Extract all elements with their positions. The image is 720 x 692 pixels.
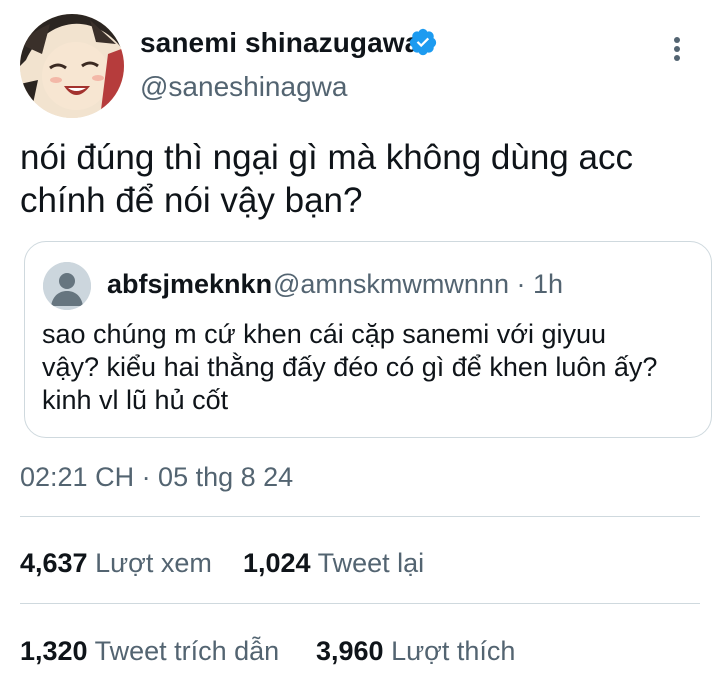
- retweets-label: Tweet lại: [317, 548, 425, 578]
- more-options-icon[interactable]: [662, 34, 692, 64]
- tweet-text-line: nói đúng thì ngại gì mà không dùng acc: [20, 138, 633, 177]
- likes-count: 3,960: [316, 636, 384, 666]
- views-count: 4,637: [20, 548, 88, 578]
- tweet-text-line: chính để nói vậy bạn?: [20, 181, 363, 220]
- divider: [20, 516, 700, 517]
- quote-tweets-count: 1,320: [20, 636, 88, 666]
- quoted-author-name: abfsjmeknkn: [107, 269, 273, 299]
- retweets-stat[interactable]: 1,024 Tweet lại: [243, 548, 424, 579]
- author-display-name[interactable]: sanemi shinazugawa: [140, 27, 420, 59]
- verified-badge-icon: [408, 27, 438, 57]
- quoted-tweet-card[interactable]: abfsjmeknkn @amnskmwmwnnn · 1h sao chúng…: [24, 241, 712, 438]
- tweet-timestamp[interactable]: 02:21 CH · 05 thg 8 24: [20, 462, 293, 493]
- tweet-text: nói đúng thì ngại gì mà không dùng acc c…: [20, 136, 633, 222]
- quoted-text-line: vậy? kiểu hai thằng đấy đéo có gì để khe…: [42, 352, 658, 382]
- quoted-author-meta: @amnskmwmwnnn · 1h: [273, 269, 563, 299]
- quote-tweets-stat[interactable]: 1,320 Tweet trích dẫn: [20, 636, 279, 667]
- retweets-count: 1,024: [243, 548, 311, 578]
- author-handle[interactable]: @saneshinagwa: [140, 71, 347, 103]
- quoted-text-line: kinh vl lũ hủ cốt: [42, 385, 229, 415]
- likes-stat[interactable]: 3,960 Lượt thích: [316, 636, 515, 667]
- divider: [20, 603, 700, 604]
- views-stat: 4,637 Lượt xem: [20, 548, 212, 579]
- likes-label: Lượt thích: [391, 636, 516, 666]
- quote-tweets-label: Tweet trích dẫn: [94, 636, 280, 666]
- quoted-tweet-text: sao chúng m cứ khen cái cặp sanemi với g…: [42, 318, 657, 417]
- quoted-text-line: sao chúng m cứ khen cái cặp sanemi với g…: [42, 319, 607, 349]
- views-label: Lượt xem: [95, 548, 212, 578]
- author-avatar[interactable]: [20, 14, 124, 118]
- quoted-default-avatar-icon: [43, 262, 91, 310]
